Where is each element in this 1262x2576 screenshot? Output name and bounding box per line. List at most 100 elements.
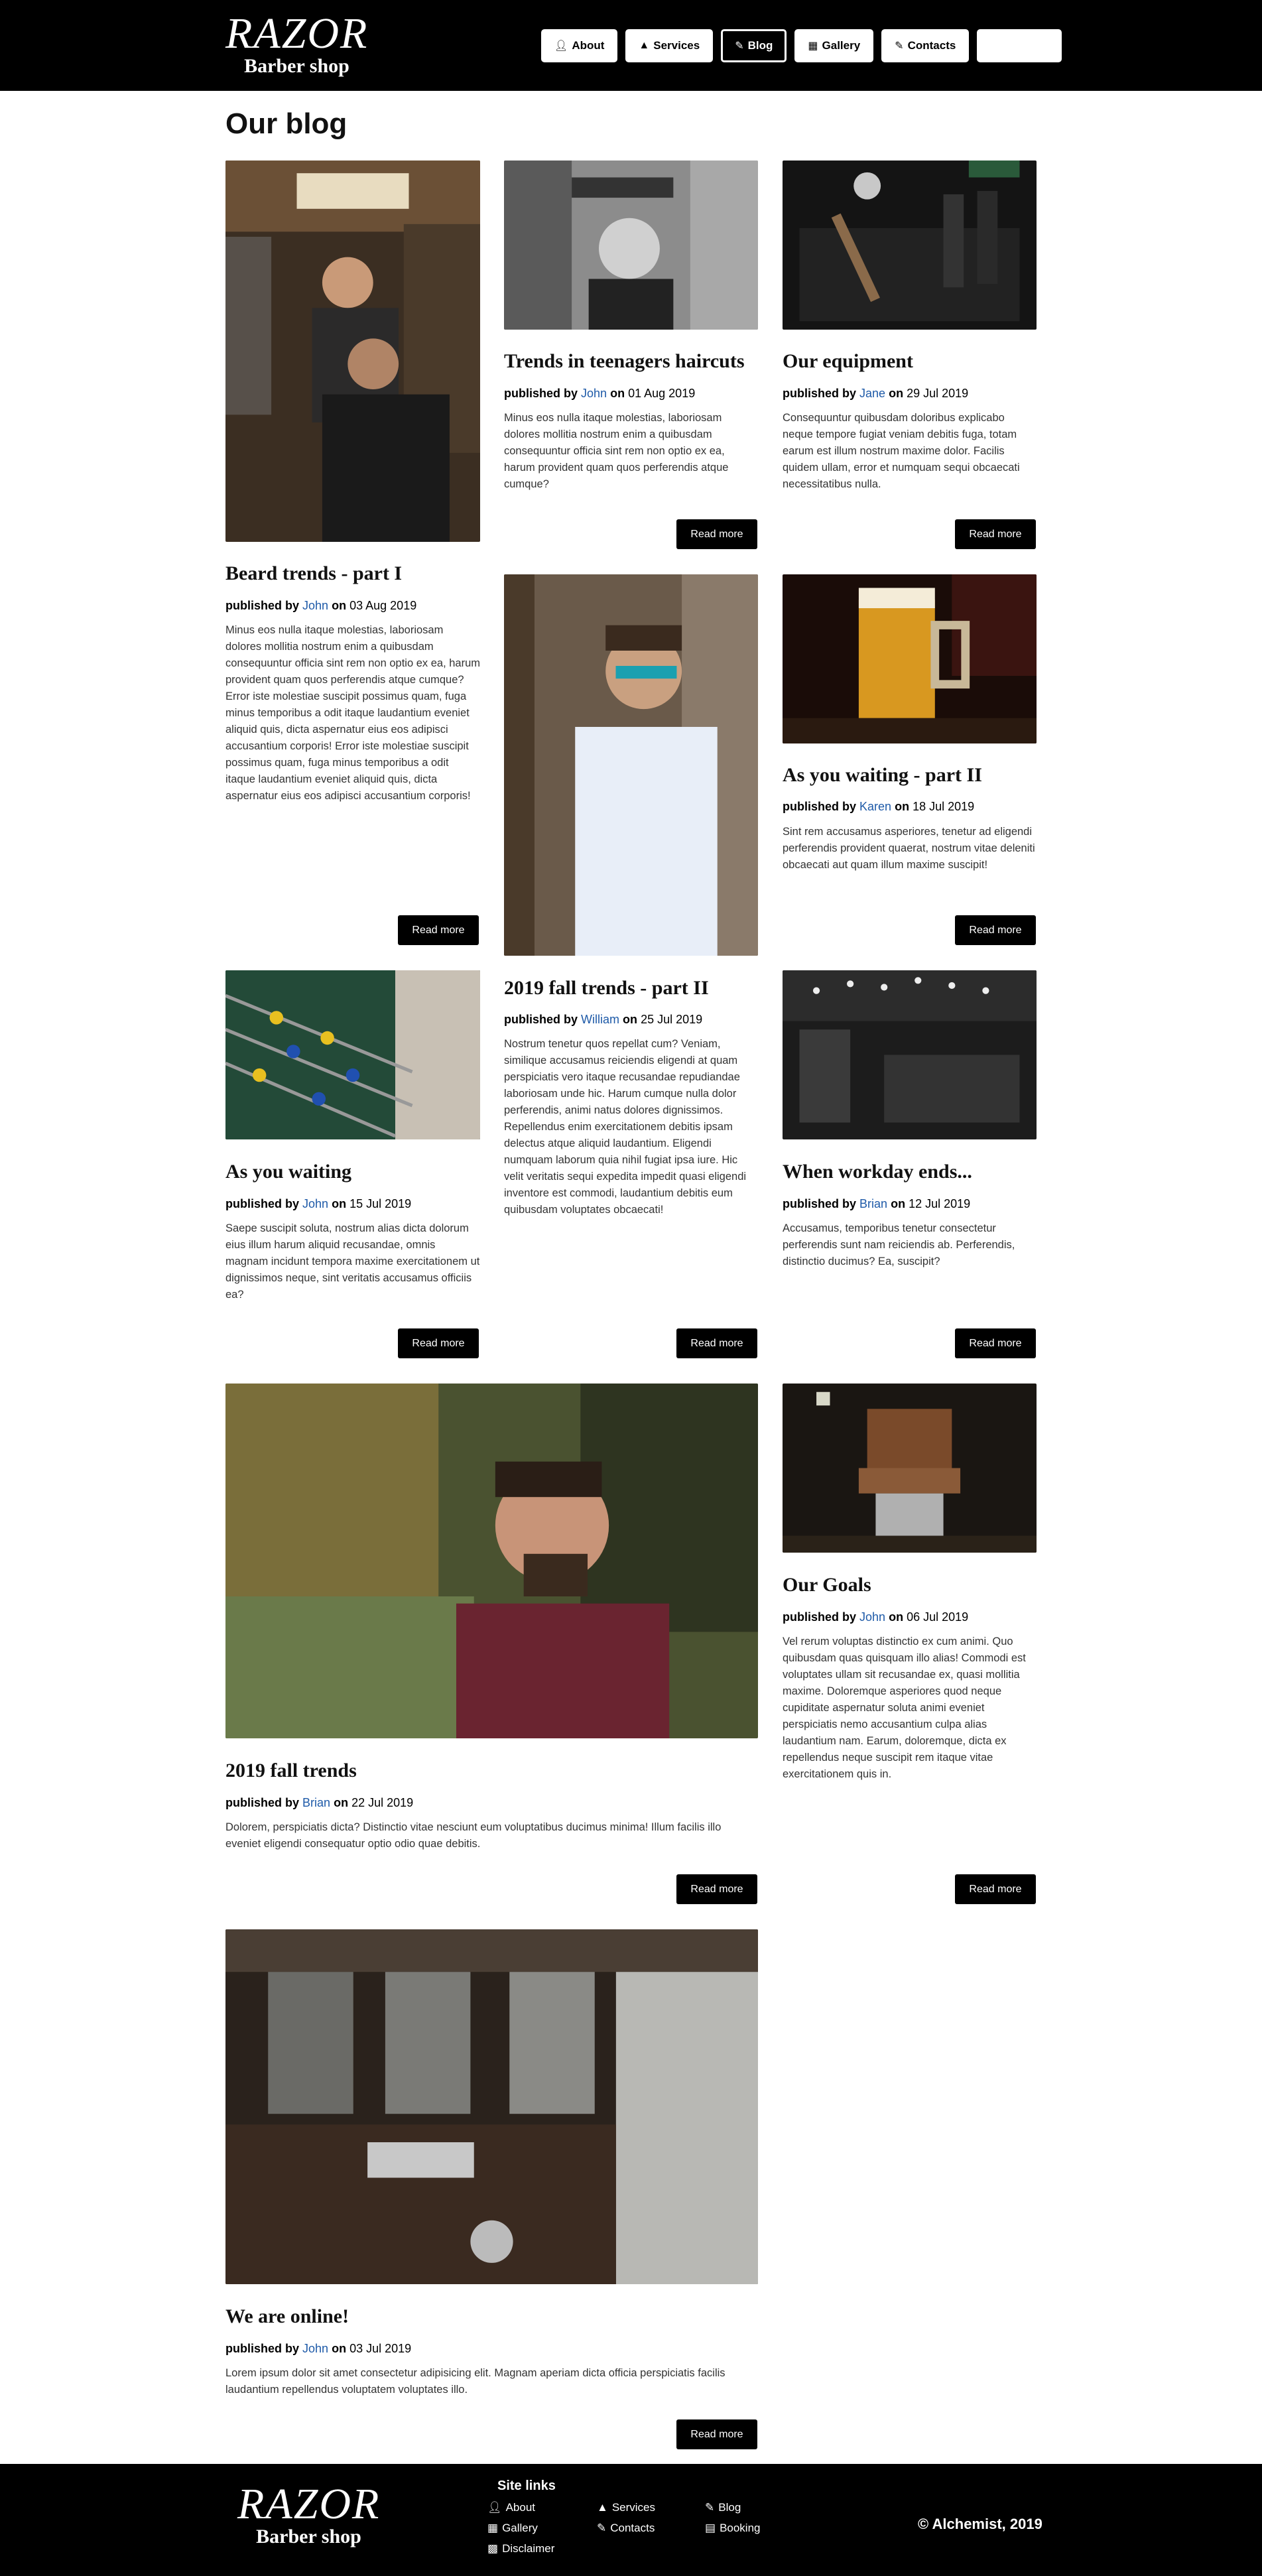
read-more-button[interactable]: Read more [676,1328,757,1358]
nav-about-label: About [572,39,605,52]
post-author-link[interactable]: John [302,1197,328,1210]
post-image-barbershop-interior[interactable] [225,1929,758,2284]
footer-link-label: Gallery [502,2522,538,2534]
read-more-button[interactable]: Read more [955,519,1036,549]
on-label: on [889,1610,904,1624]
post-image-barber-cutting-hair[interactable] [225,161,480,542]
post-excerpt: Lorem ipsum dolor sit amet consectetur a… [225,2367,726,2396]
footer-link-booking[interactable]: ▤ Booking [705,2522,761,2535]
post-author-link[interactable]: Jane [859,387,885,400]
nav-gallery-button[interactable]: ▦ Gallery [794,29,874,62]
logo-main-text: RAZOR [225,9,369,58]
post-image-boy-haircut[interactable] [504,161,758,330]
on-label: on [623,1013,638,1026]
post-excerpt: Accusamus, temporibus tenetur consectetu… [783,1222,1015,1267]
post-meta: published by John on 03 Aug 2019 [225,599,416,613]
published-by-label: published by [225,1796,300,1809]
booking-icon: ▤ [705,2522,716,2534]
on-label: on [334,1796,349,1809]
post-image-bearded-man[interactable] [225,1384,758,1738]
post-title[interactable]: 2019 fall trends [225,1760,357,1782]
post-title[interactable]: We are online! [225,2305,349,2328]
read-more-button[interactable]: Read more [676,1874,757,1904]
footer-link-disclaimer[interactable]: ▩ Disclaimer [487,2542,554,2555]
nav-gallery-label: Gallery [822,39,861,52]
footer-link-label: About [505,2501,536,2514]
read-more-button[interactable]: Read more [955,1328,1036,1358]
post-meta: published by John on 06 Jul 2019 [783,1610,968,1624]
read-more-button[interactable]: Read more [398,915,479,945]
post-title[interactable]: As you waiting - part II [783,764,982,787]
read-more-button[interactable]: Read more [398,1328,479,1358]
footer-link-label: Disclaimer [502,2542,555,2555]
post-date: 03 Aug 2019 [349,599,417,612]
copyright-label: Alchemist, 2019 [932,2516,1042,2532]
post-author-link[interactable]: William [581,1013,619,1026]
site-logo[interactable]: RAZOR Barber shop [225,12,368,77]
post-title[interactable]: Trends in teenagers haircuts [504,350,745,373]
footer-logo[interactable]: RAZOR Barber shop [237,2482,380,2547]
post-meta: published by John on 01 Aug 2019 [504,387,695,401]
on-label: on [891,1197,906,1210]
on-label: on [332,1197,347,1210]
post-author-link[interactable]: Brian [859,1197,887,1210]
post-image-beer-mug[interactable] [783,574,1037,743]
post-author-link[interactable]: John [302,599,328,612]
post-title[interactable]: Our equipment [783,350,913,373]
post-title[interactable]: 2019 fall trends - part II [504,977,709,999]
published-by-label: published by [225,2342,300,2355]
published-by-label: published by [783,1197,857,1210]
post-image-barber-tools[interactable] [783,161,1037,330]
read-more-button[interactable]: Read more [676,519,757,549]
blog-icon: ✎ [735,40,744,52]
post-meta: published by Jane on 29 Jul 2019 [783,387,968,401]
post-title[interactable]: Beard trends - part I [225,562,402,585]
post-title[interactable]: Our Goals [783,1574,871,1596]
on-label: on [895,800,910,813]
post-title[interactable]: When workday ends... [783,1161,972,1183]
main-nav: 👤︎ About ▲ Services ✎ Blog ▦ Gallery ✎ C… [541,29,1062,62]
post-image-barber-chair[interactable] [783,1384,1037,1553]
post-author-link[interactable]: John [302,2342,328,2355]
post-author-link[interactable]: John [859,1610,885,1624]
post-meta: published by William on 25 Jul 2019 [504,1013,702,1027]
footer-links-title: Site links [497,2479,556,2493]
footer-link-label: Contacts [610,2522,655,2534]
footer-link-blog[interactable]: ✎ Blog [705,2501,741,2514]
post-meta: published by John on 15 Jul 2019 [225,1197,411,1211]
published-by-label: published by [783,800,857,813]
footer-link-contacts[interactable]: ✎ Contacts [597,2522,655,2535]
post-image-shop-evening[interactable] [783,970,1037,1139]
on-label: on [889,387,904,400]
read-more-button[interactable]: Read more [955,915,1036,945]
post-image-foosball-table[interactable] [225,970,480,1139]
nav-services-button[interactable]: ▲ Services [625,29,714,62]
nav-about-button[interactable]: 👤︎ About [541,29,618,62]
footer-link-gallery[interactable]: ▦ Gallery [487,2522,538,2535]
post-excerpt: Minus eos nulla itaque molestias, labori… [504,412,729,490]
nav-booking-button[interactable] [977,29,1062,62]
post-author-link[interactable]: Brian [302,1796,330,1809]
nav-contacts-button[interactable]: ✎ Contacts [881,29,970,62]
post-excerpt: Consequuntur quibusdam doloribus explica… [783,412,1020,490]
on-label: on [610,387,625,400]
post-meta: published by Brian on 12 Jul 2019 [783,1197,970,1211]
footer-link-label: Booking [720,2522,761,2534]
post-date: 29 Jul 2019 [907,387,969,400]
post-excerpt: Nostrum tenetur quos repellat cum? Venia… [504,1038,747,1216]
footer-link-about[interactable]: 👤︎ About [487,2501,535,2514]
footer-link-services[interactable]: ▲ Services [597,2501,655,2514]
read-more-button[interactable]: Read more [955,1874,1036,1904]
logo-sub-text: Barber shop [256,2526,361,2547]
services-icon: ▲ [639,40,650,51]
post-author-link[interactable]: John [581,387,607,400]
post-date: 15 Jul 2019 [349,1197,412,1210]
post-image-man-sunglasses[interactable] [504,574,758,956]
read-more-button[interactable]: Read more [676,2419,757,2449]
user-icon: 👤︎ [487,2501,502,2514]
nav-blog-button[interactable]: ✎ Blog [721,29,787,62]
on-label: on [332,599,347,612]
post-title[interactable]: As you waiting [225,1161,351,1183]
post-date: 22 Jul 2019 [351,1796,414,1809]
post-author-link[interactable]: Karen [859,800,891,813]
